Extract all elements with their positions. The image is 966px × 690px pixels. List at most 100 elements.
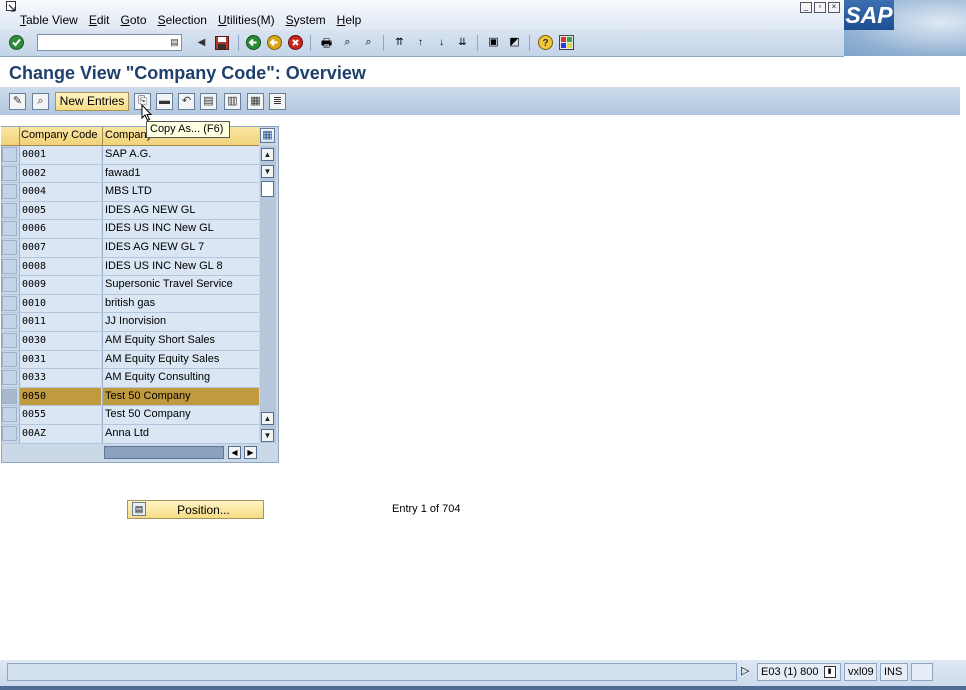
- next-page-icon[interactable]: ↓: [433, 34, 450, 51]
- row-select-button[interactable]: [2, 258, 17, 274]
- company-name-cell[interactable]: Supersonic Travel Service: [102, 276, 259, 294]
- menu-goto[interactable]: Goto: [121, 13, 147, 27]
- row-select-button[interactable]: [2, 332, 17, 348]
- table-row[interactable]: 0006 IDES US INC New GL: [1, 220, 259, 239]
- company-name-cell[interactable]: fawad1: [102, 164, 259, 183]
- company-code-cell[interactable]: 0031: [19, 350, 101, 369]
- company-name-cell[interactable]: JJ Inorvision: [102, 313, 259, 331]
- company-name-cell[interactable]: IDES AG NEW GL: [102, 201, 259, 220]
- row-select-button[interactable]: [2, 184, 17, 200]
- row-select-button[interactable]: [2, 165, 17, 181]
- menu-edit[interactable]: Edit: [89, 13, 110, 27]
- company-code-cell[interactable]: 0005: [19, 201, 101, 220]
- input-mode[interactable]: INS: [880, 663, 908, 681]
- scroll-left-icon[interactable]: ◀: [228, 446, 241, 459]
- scroll-thumb[interactable]: [261, 181, 274, 197]
- row-select-button[interactable]: [2, 425, 17, 441]
- table-row[interactable]: 0010 british gas: [1, 294, 259, 314]
- scroll-page-up-icon[interactable]: ▲: [261, 412, 274, 425]
- print-icon[interactable]: 🖶: [318, 34, 335, 51]
- row-select-button[interactable]: [2, 221, 17, 237]
- table-row[interactable]: 0007 IDES AG NEW GL 7: [1, 238, 259, 258]
- scroll-up-icon[interactable]: ▲: [261, 148, 274, 161]
- select-all-rows-button[interactable]: [1, 127, 20, 145]
- cancel-icon[interactable]: [287, 34, 304, 51]
- help-icon[interactable]: ?: [537, 34, 554, 51]
- company-name-cell[interactable]: AM Equity Consulting: [102, 369, 259, 387]
- company-code-cell[interactable]: 0002: [19, 164, 101, 183]
- display-change-icon[interactable]: ✎: [9, 93, 26, 110]
- company-name-cell[interactable]: Test 50 Company: [102, 387, 259, 406]
- print-list-icon[interactable]: ≣: [269, 93, 286, 110]
- row-select-button[interactable]: [2, 314, 17, 330]
- row-select-button[interactable]: [2, 370, 17, 386]
- row-select-button[interactable]: [2, 388, 17, 404]
- row-select-button[interactable]: [2, 295, 17, 311]
- save-icon[interactable]: [213, 34, 230, 51]
- menu-utilities[interactable]: Utilities(M): [218, 13, 275, 27]
- company-code-cell[interactable]: 0001: [19, 146, 101, 164]
- row-select-button[interactable]: [2, 351, 17, 367]
- scroll-page-down-icon[interactable]: ▼: [261, 165, 274, 178]
- company-name-cell[interactable]: AM Equity Short Sales: [102, 331, 259, 350]
- select-all-icon[interactable]: ▤: [200, 93, 217, 110]
- company-code-cell[interactable]: 0011: [19, 313, 101, 331]
- enter-icon[interactable]: [8, 34, 25, 51]
- close-icon[interactable]: ×: [828, 2, 840, 13]
- company-code-cell[interactable]: 0007: [19, 238, 101, 257]
- find-next-icon[interactable]: ⌕: [360, 34, 377, 51]
- table-row[interactable]: 0055 Test 50 Company: [1, 406, 259, 425]
- company-name-cell[interactable]: IDES US INC New GL: [102, 220, 259, 238]
- row-select-button[interactable]: [2, 239, 17, 255]
- find-icon[interactable]: ⌕: [339, 34, 356, 51]
- command-field[interactable]: ▤: [37, 34, 182, 51]
- company-code-cell[interactable]: 0033: [19, 369, 101, 387]
- system-menu-icon[interactable]: [6, 1, 18, 12]
- horizontal-scrollbar[interactable]: ◀ ▶: [104, 446, 259, 460]
- company-name-cell[interactable]: british gas: [102, 294, 259, 313]
- table-row[interactable]: 0008 IDES US INC New GL 8: [1, 257, 259, 277]
- horizontal-scroll-thumb[interactable]: [104, 446, 224, 459]
- restore-icon[interactable]: ▫: [814, 2, 826, 13]
- layout-icon[interactable]: [558, 34, 575, 51]
- scroll-down-icon[interactable]: ▼: [261, 429, 274, 442]
- status-expand-icon[interactable]: ▷: [741, 663, 755, 681]
- company-name-cell[interactable]: SAP A.G.: [102, 146, 259, 164]
- position-button[interactable]: ▤ Position...: [127, 500, 264, 519]
- first-page-icon[interactable]: ⇈: [391, 34, 408, 51]
- table-row[interactable]: 0050 Test 50 Company: [1, 387, 259, 407]
- row-select-button[interactable]: [2, 147, 17, 162]
- vertical-scrollbar[interactable]: ▲ ▼ ▲ ▼: [260, 146, 276, 443]
- back-nav-icon[interactable]: [245, 34, 262, 51]
- system-info-icon[interactable]: ▮: [823, 666, 836, 679]
- history-dropdown-icon[interactable]: ▤: [170, 37, 179, 48]
- company-code-cell[interactable]: 0050: [19, 387, 101, 406]
- menu-table-view[interactable]: Table View: [20, 13, 78, 27]
- row-select-button[interactable]: [2, 277, 17, 293]
- select-block-icon[interactable]: ▥: [224, 93, 241, 110]
- column-header-company-code[interactable]: Company Code: [21, 129, 101, 141]
- table-row[interactable]: 00AZ Anna Ltd: [1, 424, 259, 444]
- company-name-cell[interactable]: Test 50 Company: [102, 406, 259, 424]
- company-code-cell[interactable]: 0006: [19, 220, 101, 238]
- company-code-cell[interactable]: 0008: [19, 257, 101, 276]
- table-row[interactable]: 0002 fawad1: [1, 164, 259, 184]
- previous-page-icon[interactable]: ↑: [412, 34, 429, 51]
- exit-icon[interactable]: [266, 34, 283, 51]
- company-name-cell[interactable]: IDES AG NEW GL 7: [102, 238, 259, 257]
- company-code-cell[interactable]: 0009: [19, 276, 101, 294]
- new-entries-button[interactable]: New Entries: [55, 92, 129, 111]
- table-row[interactable]: 0001 SAP A.G.: [1, 146, 259, 165]
- table-row[interactable]: 0033 AM Equity Consulting: [1, 369, 259, 388]
- details-icon[interactable]: ⌕: [32, 93, 49, 110]
- table-row[interactable]: 0009 Supersonic Travel Service: [1, 276, 259, 295]
- company-name-cell[interactable]: MBS LTD: [102, 183, 259, 201]
- shortcut-icon[interactable]: ◩: [506, 34, 523, 51]
- menu-selection[interactable]: Selection: [158, 13, 207, 27]
- company-name-cell[interactable]: Anna Ltd: [102, 424, 259, 443]
- create-session-icon[interactable]: ▣: [485, 34, 502, 51]
- company-name-cell[interactable]: IDES US INC New GL 8: [102, 257, 259, 276]
- minimize-icon[interactable]: _: [800, 2, 812, 13]
- table-settings-icon[interactable]: ▦: [260, 128, 275, 143]
- company-code-cell[interactable]: 0055: [19, 406, 101, 424]
